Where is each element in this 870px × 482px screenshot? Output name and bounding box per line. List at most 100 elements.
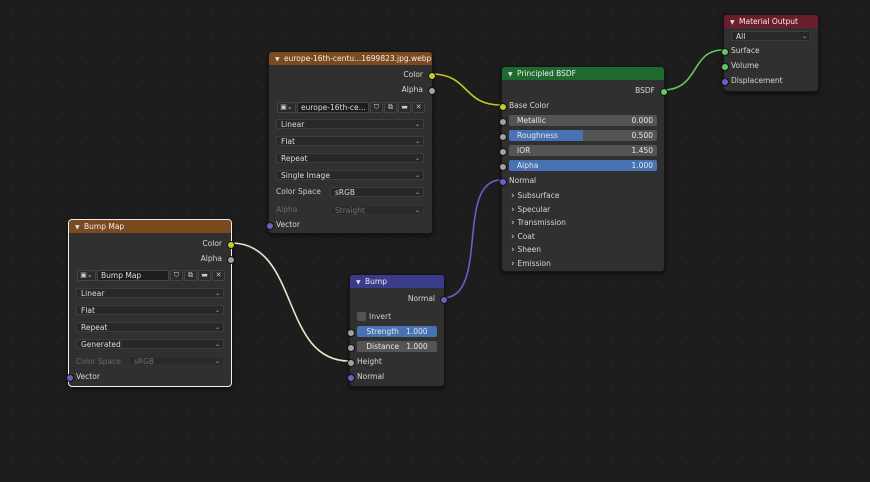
roughness-slider[interactable]: Roughness 0.500: [509, 130, 657, 141]
image-texture-node-header[interactable]: ▼ europe-16th-centu...1699823.jpg.webp: [269, 52, 432, 65]
unlink-close-icon[interactable]: ✕: [212, 270, 225, 281]
socket-label: Normal: [407, 294, 435, 303]
bump-map-node-header[interactable]: ▼ Bump Map: [69, 220, 231, 233]
interpolation-dropdown[interactable]: Linear ⌄: [276, 119, 424, 129]
float-socket-icon[interactable]: [346, 359, 355, 367]
vector-socket-icon[interactable]: [439, 296, 448, 304]
chevron-down-icon: ⌄: [414, 155, 420, 162]
bump-map-alpha-output[interactable]: Alpha: [69, 253, 235, 265]
displacement-input[interactable]: Displacement: [720, 75, 818, 87]
projection-dropdown[interactable]: Flat ⌄: [76, 305, 224, 315]
bump-map-texture-node[interactable]: ▼ Bump Map Color Alpha ▣⌄ Bump Map ⛉ ⧉ ▬ …: [65, 219, 235, 387]
bump-normal-output[interactable]: Normal: [350, 293, 448, 305]
bump-node[interactable]: ▼ Bump Normal Invert Strength 1.000 Dista…: [346, 274, 448, 387]
color-socket-icon[interactable]: [226, 241, 235, 249]
fake-user-shield-icon[interactable]: ⛉: [170, 270, 183, 281]
ior-slider[interactable]: IOR 1.450: [509, 145, 657, 156]
duplicate-icon[interactable]: ⧉: [184, 270, 197, 281]
principled-bsdf-node[interactable]: ▼ Principled BSDF BSDF Base Color Metalli…: [498, 66, 668, 272]
image-selector[interactable]: ▣⌄ Bump Map ⛉ ⧉ ▬ ✕: [77, 270, 225, 282]
vector-socket-icon[interactable]: [265, 222, 274, 230]
source-dropdown[interactable]: Generated ⌄: [76, 339, 224, 349]
collapse-chevron-icon[interactable]: ▼: [75, 221, 84, 233]
interpolation-dropdown[interactable]: Linear ⌄: [76, 288, 224, 298]
bump-normal-input[interactable]: Normal: [346, 371, 444, 383]
image-texture-node[interactable]: ▼ europe-16th-centu...1699823.jpg.webp Co…: [265, 51, 436, 234]
open-folder-icon[interactable]: ▬: [398, 102, 411, 113]
surface-input[interactable]: Surface: [720, 45, 818, 57]
image-name-field[interactable]: europe-16th-ce...: [297, 102, 369, 113]
color-socket-icon[interactable]: [498, 103, 507, 111]
image-alpha-output[interactable]: Alpha: [269, 84, 436, 96]
unlink-close-icon[interactable]: ✕: [412, 102, 425, 113]
image-color-output[interactable]: Color: [269, 69, 436, 81]
link-bumpmap-color-to-height[interactable]: [230, 242, 350, 362]
bump-map-vector-input[interactable]: Vector: [65, 371, 231, 383]
bsdf-panel-specular[interactable]: › Specular: [502, 204, 664, 216]
duplicate-icon[interactable]: ⧉: [384, 102, 397, 113]
float-socket-icon[interactable]: [498, 118, 507, 126]
slider-label: IOR: [517, 146, 531, 155]
collapse-chevron-icon[interactable]: ▼: [356, 276, 365, 288]
bump-node-header[interactable]: ▼ Bump: [350, 275, 444, 288]
bump-map-color-output[interactable]: Color: [69, 238, 235, 250]
color-space-dropdown[interactable]: sRGB ⌄: [330, 187, 424, 197]
projection-dropdown[interactable]: Flat ⌄: [276, 136, 424, 146]
bsdf-panel-emission[interactable]: › Emission: [502, 258, 664, 270]
image-name-field[interactable]: Bump Map: [97, 270, 169, 281]
image-browse-icon[interactable]: ▣⌄: [77, 270, 96, 281]
collapse-chevron-icon[interactable]: ▼: [275, 53, 284, 65]
link-bump-normal-to-bsdf-normal[interactable]: [442, 179, 502, 299]
float-socket-icon[interactable]: [346, 344, 355, 352]
vector-socket-icon[interactable]: [720, 78, 729, 86]
chevron-down-icon: ⌄: [214, 358, 220, 365]
socket-label: Color: [403, 70, 423, 79]
panel-label: Sheen: [517, 245, 541, 254]
image-browse-icon[interactable]: ▣⌄: [277, 102, 296, 113]
float-socket-icon[interactable]: [226, 256, 235, 264]
principled-bsdf-header[interactable]: ▼ Principled BSDF: [502, 67, 664, 80]
panel-label: Coat: [517, 231, 535, 241]
collapse-chevron-icon[interactable]: ▼: [730, 16, 739, 28]
bsdf-panel-subsurface[interactable]: › Subsurface: [502, 190, 664, 202]
collapse-chevron-icon[interactable]: ▼: [508, 68, 517, 80]
invert-checkbox[interactable]: [357, 312, 366, 321]
shader-socket-icon[interactable]: [659, 88, 668, 96]
bsdf-output[interactable]: BSDF: [502, 85, 668, 97]
float-socket-icon[interactable]: [346, 329, 355, 337]
source-dropdown[interactable]: Single Image ⌄: [276, 170, 424, 180]
extension-dropdown[interactable]: Repeat ⌄: [276, 153, 424, 163]
volume-input[interactable]: Volume: [720, 60, 818, 72]
target-dropdown[interactable]: All ⌄: [731, 31, 811, 41]
float-socket-icon[interactable]: [498, 163, 507, 171]
link-bsdf-to-surface[interactable]: [662, 49, 724, 91]
float-socket-icon[interactable]: [498, 148, 507, 156]
strength-slider[interactable]: Strength 1.000: [357, 326, 437, 337]
fake-user-shield-icon[interactable]: ⛉: [370, 102, 383, 113]
color-socket-icon[interactable]: [427, 72, 436, 80]
bsdf-panel-sheen[interactable]: › Sheen: [502, 244, 664, 256]
vector-socket-icon[interactable]: [498, 178, 507, 186]
bsdf-panel-transmission[interactable]: › Transmission: [502, 217, 664, 229]
vector-socket-icon[interactable]: [346, 374, 355, 382]
shader-socket-icon[interactable]: [720, 48, 729, 56]
bsdf-normal-input[interactable]: Normal: [498, 175, 664, 187]
socket-label: Height: [357, 357, 382, 366]
material-output-node[interactable]: ▼ Material Output All ⌄ Surface Volume Dis…: [720, 14, 819, 92]
bsdf-panel-coat[interactable]: › Coat: [502, 231, 664, 243]
alpha-slider[interactable]: Alpha 1.000: [509, 160, 657, 171]
shader-socket-icon[interactable]: [720, 63, 729, 71]
base-color-input[interactable]: Base Color: [498, 100, 664, 112]
open-folder-icon[interactable]: ▬: [198, 270, 211, 281]
distance-slider[interactable]: Distance 1.000: [357, 341, 437, 352]
metallic-slider[interactable]: Metallic 0.000: [509, 115, 657, 126]
float-socket-icon[interactable]: [427, 87, 436, 95]
link-image-color-to-base-color[interactable]: [430, 73, 502, 106]
extension-dropdown[interactable]: Repeat ⌄: [76, 322, 224, 332]
material-output-header[interactable]: ▼ Material Output: [724, 15, 818, 28]
image-vector-input[interactable]: Vector: [265, 219, 432, 231]
bump-height-input[interactable]: Height: [346, 356, 444, 368]
image-selector[interactable]: ▣⌄ europe-16th-ce... ⛉ ⧉ ▬ ✕: [277, 102, 425, 114]
vector-socket-icon[interactable]: [65, 374, 74, 382]
float-socket-icon[interactable]: [498, 133, 507, 141]
